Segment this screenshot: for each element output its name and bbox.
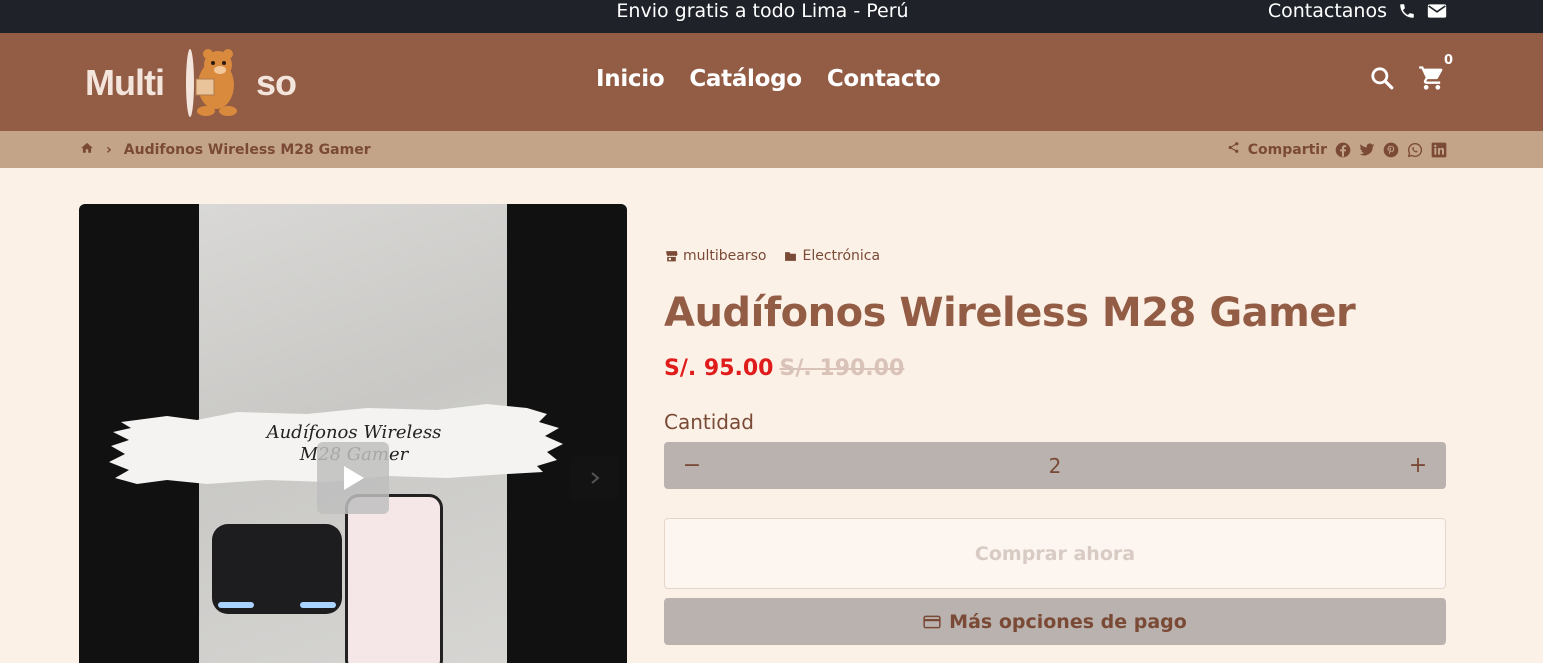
vendor-link[interactable]: multibearso: [683, 248, 766, 264]
linkedin-icon[interactable]: [1431, 142, 1447, 158]
search-icon[interactable]: [1367, 63, 1397, 93]
cart-button[interactable]: 0: [1417, 53, 1453, 93]
quantity-increase-button[interactable]: +: [1406, 453, 1430, 478]
product-media[interactable]: Audífonos Wireless M28 Gamer: [79, 204, 627, 663]
share-group: Compartir: [1227, 131, 1447, 168]
quantity-value[interactable]: 2: [1049, 454, 1062, 478]
contact-group[interactable]: Contactanos: [1268, 0, 1447, 22]
more-payment-options-button[interactable]: Más opciones de pago: [664, 598, 1446, 645]
share-label[interactable]: Compartir: [1248, 142, 1327, 158]
quantity-stepper: − 2 +: [664, 442, 1446, 489]
folder-icon: [785, 251, 797, 261]
more-payment-options-label: Más opciones de pago: [949, 610, 1187, 633]
whatsapp-icon[interactable]: [1407, 142, 1423, 158]
category-link[interactable]: Electrónica: [802, 248, 880, 264]
breadcrumb: › Audifonos Wireless M28 Gamer: [80, 131, 371, 168]
chevron-right-icon: [590, 471, 600, 484]
cart-count-badge: 0: [1443, 53, 1453, 68]
nav-contacto[interactable]: Contacto: [827, 66, 941, 92]
sale-price: S/. 95.00: [664, 356, 774, 381]
credit-card-icon: [923, 615, 941, 628]
nav-inicio[interactable]: Inicio: [596, 66, 665, 92]
video-caption-line1: Audífonos Wireless: [266, 422, 442, 443]
announcement-bar: Envio gratis a todo Lima - Perú Contacta…: [0, 0, 1543, 33]
bear-logo-icon: [185, 49, 237, 117]
breadcrumb-bar: › Audifonos Wireless M28 Gamer Compartir: [0, 131, 1543, 168]
twitter-icon[interactable]: [1359, 142, 1375, 158]
media-next-button[interactable]: [571, 455, 618, 500]
contact-link[interactable]: Contactanos: [1268, 0, 1387, 22]
breadcrumb-current: Audifonos Wireless M28 Gamer: [123, 141, 371, 158]
home-icon[interactable]: [80, 141, 94, 158]
product-meta: multibearso Electrónica: [665, 248, 880, 264]
case-light-right: [300, 602, 336, 608]
earbuds-case-image: [212, 524, 342, 614]
compare-at-price: S/. 190.00: [779, 356, 905, 381]
pinterest-icon[interactable]: [1383, 142, 1399, 158]
product-title: Audífonos Wireless M28 Gamer: [664, 290, 1356, 336]
cart-icon: [1419, 66, 1443, 90]
share-icon[interactable]: [1227, 141, 1240, 158]
facebook-icon[interactable]: [1335, 142, 1351, 158]
buy-now-button[interactable]: Comprar ahora: [664, 518, 1446, 589]
store-icon: [666, 251, 678, 262]
play-button[interactable]: [317, 442, 389, 514]
logo-text-right: so: [255, 62, 297, 103]
site-logo[interactable]: Multi so: [85, 45, 320, 121]
quantity-label: Cantidad: [664, 410, 754, 434]
nav-catalogo[interactable]: Catálogo: [689, 66, 802, 92]
main-nav: Inicio Catálogo Contacto: [596, 66, 941, 92]
mail-icon[interactable]: [1427, 1, 1447, 21]
product-price: S/. 95.00 S/. 190.00: [664, 356, 904, 381]
phone-icon[interactable]: [1397, 1, 1417, 21]
site-header: Multi so Inicio Catálogo Contacto 0: [0, 33, 1543, 131]
logo-text-left: Multi: [85, 62, 165, 103]
case-light-left: [218, 602, 254, 608]
header-actions: 0: [1367, 53, 1453, 93]
play-icon: [344, 466, 364, 490]
breadcrumb-separator: ›: [106, 141, 112, 158]
quantity-decrease-button[interactable]: −: [680, 453, 704, 478]
phone-image: [345, 494, 443, 663]
